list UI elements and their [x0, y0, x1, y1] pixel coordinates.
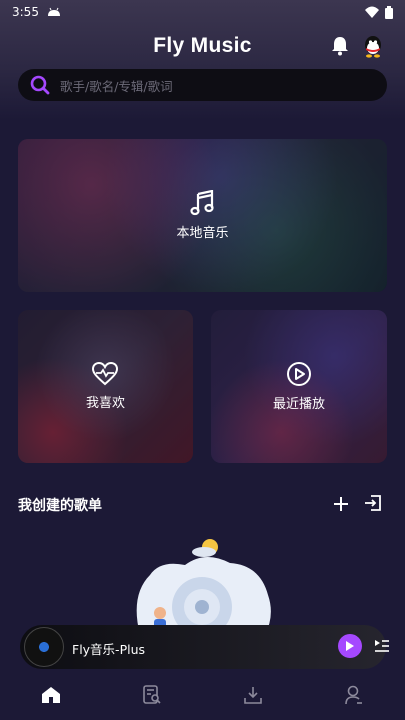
- playlist-queue-icon[interactable]: [373, 637, 391, 655]
- tab-download[interactable]: [228, 670, 278, 720]
- battery-icon: [385, 5, 393, 19]
- download-icon: [244, 687, 262, 704]
- play-circle-icon: [286, 362, 311, 386]
- play-icon: [346, 641, 354, 651]
- android-notification-icon: [47, 7, 60, 16]
- profile-icon: [345, 685, 363, 705]
- add-playlist-icon[interactable]: [333, 496, 349, 512]
- favorites-card[interactable]: 我喜欢: [18, 310, 193, 463]
- bell-icon[interactable]: [331, 36, 349, 56]
- tab-playlist-search[interactable]: [127, 670, 177, 720]
- search-placeholder: 歌手/歌名/专辑/歌词: [60, 78, 173, 94]
- mini-player[interactable]: Fly音乐-Plus: [20, 625, 389, 669]
- import-playlist-icon[interactable]: [364, 494, 382, 512]
- play-button[interactable]: [338, 634, 362, 658]
- qq-login-icon[interactable]: [361, 34, 385, 58]
- local-music-label: 本地音乐: [176, 226, 229, 241]
- now-playing-title: Fly音乐-Plus: [72, 642, 146, 657]
- album-disc[interactable]: [24, 627, 64, 667]
- status-bar: 3:55: [0, 0, 405, 24]
- playlist-search-icon: [143, 685, 161, 704]
- local-music-card[interactable]: 本地音乐: [18, 139, 387, 292]
- tab-profile[interactable]: [329, 670, 379, 720]
- search-bar[interactable]: 歌手/歌名/专辑/歌词: [18, 69, 387, 101]
- home-icon: [41, 687, 60, 703]
- wifi-icon: [365, 6, 379, 18]
- tab-home[interactable]: [26, 670, 76, 720]
- recent-played-card[interactable]: 最近播放: [211, 310, 387, 463]
- music-note-icon: [190, 190, 215, 216]
- my-playlists-title: 我创建的歌单: [18, 498, 102, 514]
- heart-pulse-icon: [92, 362, 119, 386]
- empty-playlist-illustration: [136, 539, 271, 635]
- status-time: 3:55: [12, 5, 39, 19]
- search-icon: [30, 75, 50, 95]
- favorites-label: 我喜欢: [85, 396, 125, 411]
- bottom-nav: [0, 670, 405, 720]
- recent-played-label: 最近播放: [272, 397, 325, 412]
